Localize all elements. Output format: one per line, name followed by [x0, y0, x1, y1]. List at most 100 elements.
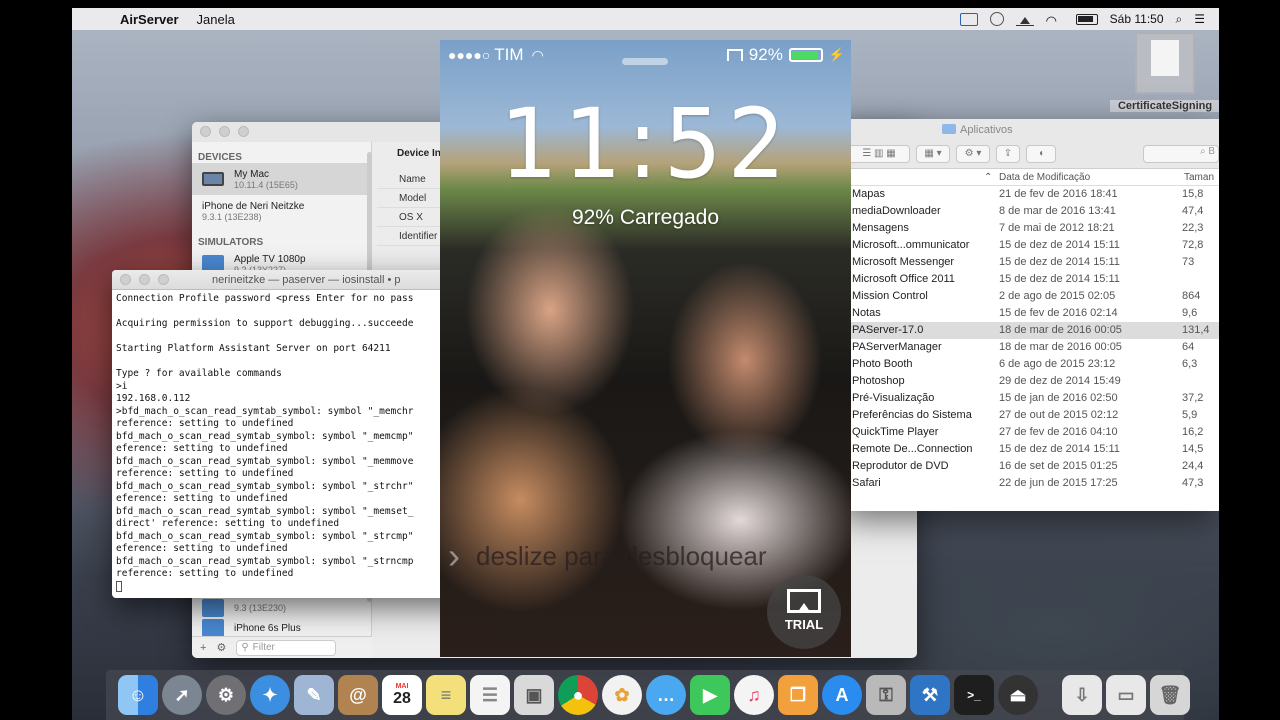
file-size: 9,6 — [1182, 307, 1198, 319]
terminal-line: bfd_mach_o_scan_read_symtab_symbol: symb… — [116, 430, 414, 442]
file-date: 15 de jan de 2016 02:50 — [999, 392, 1118, 404]
contacts-icon[interactable]: @ — [338, 675, 378, 715]
file-row[interactable]: Mensagens 7 de mai de 2012 18:21 22,3 — [842, 220, 1219, 237]
file-row[interactable]: Photoshop 29 de dez de 2014 15:49 — [842, 373, 1219, 390]
simulator-icon — [202, 619, 224, 637]
file-name: Pré-Visualização — [852, 392, 935, 404]
app-store-icon[interactable]: A — [822, 675, 862, 715]
device-version: 9.3 (13E230) — [234, 603, 287, 613]
file-size: 5,9 — [1182, 409, 1198, 421]
file-row[interactable]: Mapas 21 de fev de 2016 18:41 15,8 — [842, 186, 1219, 203]
calendar-icon[interactable]: MAI 28 — [382, 675, 422, 715]
messages-icon[interactable]: … — [646, 675, 686, 715]
file-row[interactable]: QuickTime Player 27 de fev de 2016 04:10 1… — [842, 424, 1219, 441]
column-size[interactable]: Taman — [1184, 172, 1214, 183]
search-icon[interactable]: ⌕ — [1176, 12, 1183, 27]
photo-booth-icon[interactable]: ▣ — [514, 675, 554, 715]
simulator-item[interactable]: 9.3 (13E230) — [192, 598, 367, 618]
finder-icon[interactable]: ☺ — [118, 675, 158, 715]
minimize-button[interactable] — [219, 126, 230, 137]
chrome-icon[interactable]: ● — [558, 675, 598, 715]
terminal-output[interactable]: Connection Profile password <press Enter… — [112, 290, 472, 596]
file-row[interactable]: Remote De...Connection 15 de dez de 2014 … — [842, 441, 1219, 458]
tags-button[interactable]: ◖ — [1026, 144, 1056, 163]
zoom-button[interactable] — [158, 274, 169, 285]
close-button[interactable] — [200, 126, 211, 137]
itunes-icon[interactable]: ♫ — [734, 675, 774, 715]
file-row[interactable]: Reprodutor de DVD 16 de set de 2015 01:25… — [842, 458, 1219, 475]
facetime-icon[interactable]: ▶ — [690, 675, 730, 715]
downloads-icon[interactable]: ⇩ — [1062, 675, 1102, 715]
file-date: 16 de set de 2015 01:25 — [999, 460, 1118, 472]
desktop: AirServer Janela ◠ Sáb 11:50 ⌕ ☰ Certifi… — [72, 8, 1219, 720]
list-icon[interactable]: ☰ — [1194, 12, 1205, 26]
view-mode-buttons[interactable]: ☰ ▥ ▦ — [848, 144, 910, 163]
menu-clock[interactable]: Sáb 11:50 — [1110, 12, 1164, 26]
notification-pull-handle[interactable] — [622, 58, 668, 65]
file-row[interactable]: PAServerManager 18 de mar de 2016 00:05 64 — [842, 339, 1219, 356]
battery-icon[interactable] — [1075, 13, 1098, 25]
filter-field[interactable]: ⚲ Filter — [236, 639, 337, 656]
airplay-icon[interactable] — [1015, 13, 1034, 26]
safari-icon[interactable]: ✦ — [250, 675, 290, 715]
ibooks-icon[interactable]: ❐ — [778, 675, 818, 715]
file-row[interactable]: Safari 22 de jun de 2015 17:25 47,3 — [842, 475, 1219, 492]
trash-icon[interactable]: 🗑 — [1150, 675, 1190, 715]
photos-icon[interactable]: ✿ — [602, 675, 642, 715]
file-row[interactable]: Notas 15 de fev de 2016 02:14 9,6 — [842, 305, 1219, 322]
gear-icon[interactable]: ⚙ — [216, 641, 226, 654]
app-menu[interactable]: AirServer — [120, 12, 179, 27]
device-my-mac[interactable]: My Mac 10.11.4 (15E65) — [192, 163, 371, 195]
sync-icon[interactable] — [989, 12, 1004, 26]
launchpad-icon[interactable]: ➚ — [162, 675, 202, 715]
airserver-mirror-window[interactable]: ●●●●○ TIM ◠ 92% ⚡ 11:52 92% Carregado › … — [440, 40, 851, 657]
wifi-icon[interactable]: ◠ — [1046, 13, 1064, 28]
arrange-button[interactable]: ▦ ▾ — [916, 144, 950, 163]
terminal-line: Acquiring permission to support debuggin… — [116, 318, 414, 329]
preview-icon[interactable]: ✎ — [294, 675, 334, 715]
file-row[interactable]: Microsoft Messenger 15 de dez de 2014 15:… — [842, 254, 1219, 271]
column-header[interactable]: ⌃ Data de Modificação Taman — [842, 169, 1219, 186]
file-size: 15,8 — [1182, 188, 1204, 200]
file-row[interactable]: PAServer-17.0 18 de mar de 2016 00:05 131,… — [842, 322, 1219, 339]
file-row[interactable]: mediaDownloader 8 de mar de 2016 13:41 47,… — [842, 203, 1219, 220]
file-row[interactable]: Pré-Visualização 15 de jan de 2016 02:50 3… — [842, 390, 1219, 407]
column-date[interactable]: Data de Modificação — [999, 172, 1090, 183]
file-row[interactable]: Microsoft...ommunicator 15 de dez de 2014… — [842, 237, 1219, 254]
airserver-status-icon[interactable] — [959, 12, 978, 26]
device-iphone[interactable]: iPhone de Neri Neitzke 9.3.1 (13E238) — [192, 174, 576, 227]
simulator-iphone6s-plus[interactable]: iPhone 6s Plus — [192, 618, 367, 638]
documents-icon[interactable]: ▭ — [1106, 675, 1146, 715]
add-icon[interactable]: + — [200, 642, 206, 654]
share-button[interactable]: ⇪ — [996, 144, 1020, 163]
slide-to-unlock[interactable]: › deslize para desbloquear — [448, 535, 767, 577]
window-menu[interactable]: Janela — [197, 12, 235, 27]
notes-icon[interactable]: ≡ — [426, 675, 466, 715]
sort-arrow-icon[interactable]: ⌃ — [984, 172, 992, 183]
file-size: 16,2 — [1182, 426, 1204, 438]
minimize-button[interactable] — [139, 274, 150, 285]
file-row[interactable]: Preferências do Sistema 27 de out de 2015… — [842, 407, 1219, 424]
close-button[interactable] — [120, 274, 131, 285]
xcode-icon[interactable]: ⚒ — [910, 675, 950, 715]
airplay-screen-icon — [787, 589, 821, 613]
keychain-icon[interactable]: ⚿ — [866, 675, 906, 715]
file-row[interactable]: Mission Control 2 de ago de 2015 02:05 864 — [842, 288, 1219, 305]
action-button[interactable]: ⚙ ▾ — [956, 144, 990, 163]
file-name: Microsoft Office 2011 — [852, 273, 955, 285]
terminal-icon[interactable]: >_ — [954, 675, 994, 715]
battery-fill — [791, 51, 818, 59]
file-row[interactable]: Photo Booth 6 de ago de 2015 23:12 6,3 — [842, 356, 1219, 373]
finder-search-field[interactable]: ⌕ B — [1143, 144, 1219, 163]
file-date: 15 de dez de 2014 15:11 — [999, 273, 1120, 285]
airserver-icon[interactable]: ⏏ — [998, 675, 1038, 715]
file-row[interactable]: Microsoft Office 2011 15 de dez de 2014 1… — [842, 271, 1219, 288]
system-preferences-icon[interactable]: ⚙ — [206, 675, 246, 715]
trial-badge[interactable]: TRIAL — [767, 575, 841, 649]
certificate-file[interactable]: CertificateSigning — [1110, 32, 1219, 112]
zoom-button[interactable] — [238, 126, 249, 137]
file-date: 29 de dez de 2014 15:49 — [999, 375, 1121, 387]
reminders-icon[interactable]: ☰ — [470, 675, 510, 715]
